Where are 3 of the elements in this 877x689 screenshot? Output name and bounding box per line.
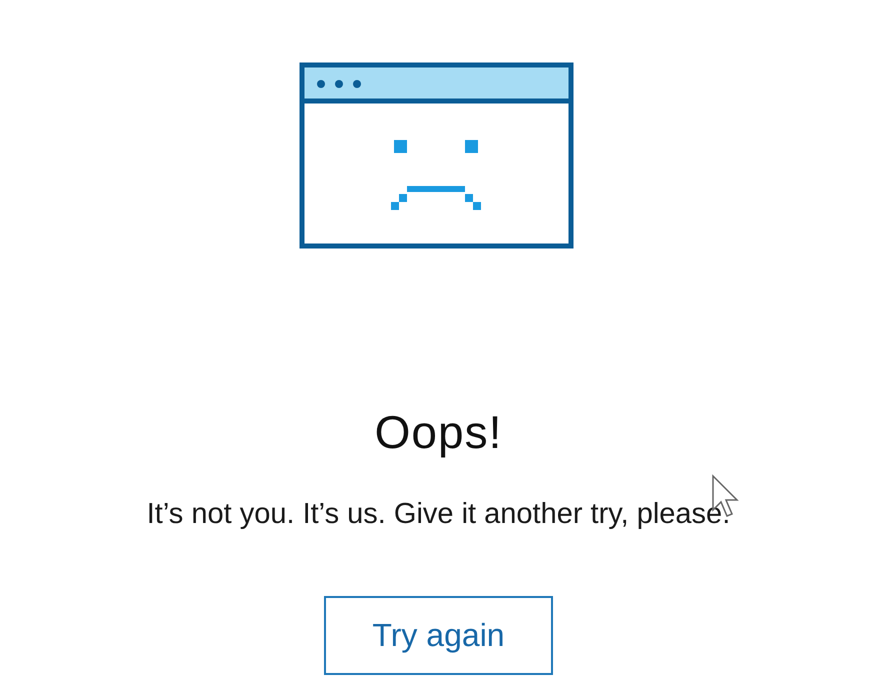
error-message: It’s not you. It’s us. Give it another try, please. <box>146 497 730 531</box>
error-heading: Oops! <box>374 406 502 458</box>
try-again-button[interactable]: Try again <box>324 596 553 675</box>
